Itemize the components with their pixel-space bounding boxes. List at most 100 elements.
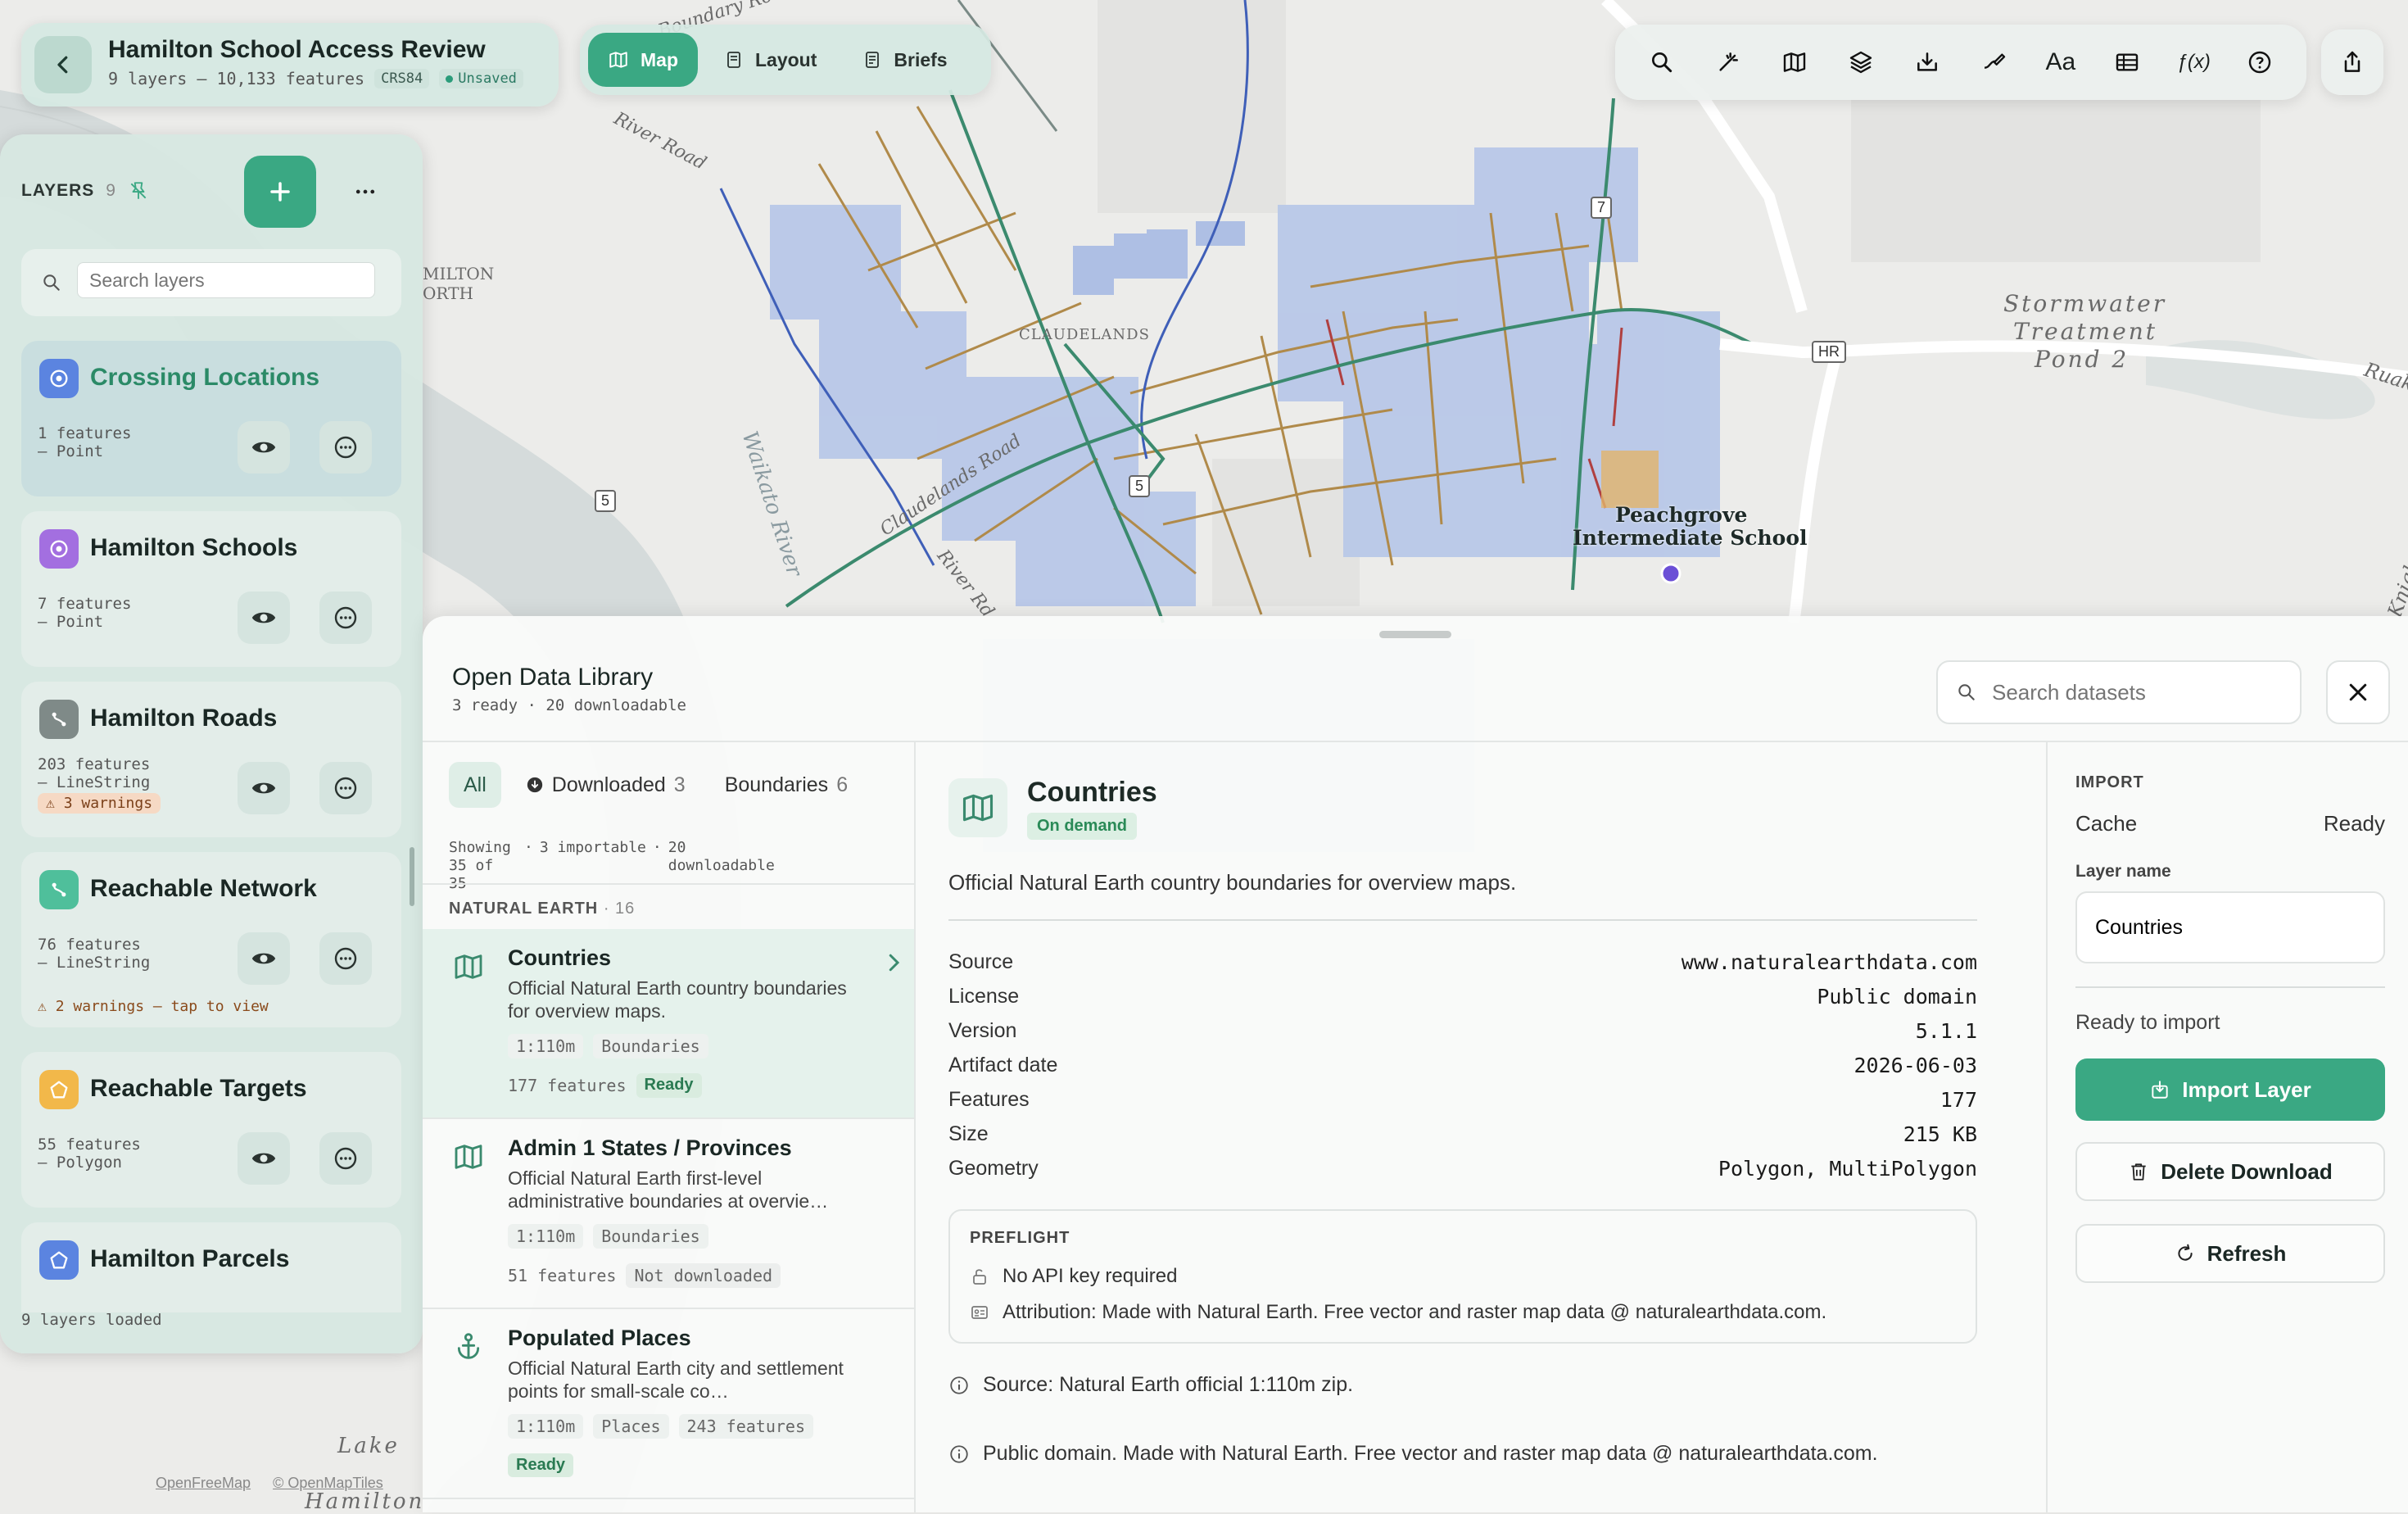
map-label-stormwater-2: Treatment	[2013, 318, 2157, 345]
layer-card-reachable-targets[interactable]: Reachable Targets 55 features – Polygon	[21, 1052, 401, 1208]
refresh-button[interactable]: Refresh	[2075, 1224, 2385, 1283]
layers-button[interactable]	[1828, 31, 1894, 93]
filter-boundaries[interactable]: Boundaries 6	[710, 762, 862, 808]
table-icon	[2116, 53, 2139, 71]
layer-options-button[interactable]	[319, 421, 372, 474]
detail-value: Public domain	[1817, 985, 1977, 1009]
table-button[interactable]	[2093, 31, 2160, 93]
dataset-name: Admin 1 States / Provinces	[508, 1136, 792, 1160]
help-button[interactable]	[2227, 31, 2293, 93]
more-circle-icon	[334, 947, 357, 970]
back-button[interactable]	[34, 36, 92, 93]
line-icon	[39, 870, 79, 909]
preflight-box: PREFLIGHT No API key required Attributio…	[948, 1209, 1977, 1344]
function-button[interactable]: ƒ(x)	[2161, 31, 2227, 93]
warning-badge[interactable]: ⚠ 3 warnings	[38, 793, 161, 814]
detail-row-features: Features 177	[948, 1088, 1977, 1112]
layers-more-button[interactable]	[344, 170, 387, 213]
layer-card-hamilton-roads[interactable]: Hamilton Roads 203 features – LineString…	[21, 682, 401, 837]
summary-separator: ·	[652, 839, 662, 856]
share-button[interactable]	[2321, 29, 2383, 95]
list-summary-downloadable: 20 downloadable	[668, 839, 775, 874]
layer-meta: 55 features – Polygon	[38, 1136, 141, 1172]
attribution-openfreemap[interactable]: OpenFreeMap	[156, 1475, 251, 1491]
import-layer-button[interactable]: Import Layer	[2075, 1058, 2385, 1121]
category-tag: Places	[593, 1414, 669, 1439]
magic-wand-button[interactable]	[1695, 31, 1761, 93]
dataset-desc: Official Natural Earth first-level admin…	[508, 1167, 829, 1212]
layer-options-button[interactable]	[319, 1132, 372, 1185]
text-button[interactable]: Aa	[2027, 31, 2093, 93]
preflight-text: Attribution: Made with Natural Earth. Fr…	[1003, 1301, 1827, 1323]
layer-name: Hamilton Parcels	[90, 1245, 290, 1272]
dataset-search	[1936, 660, 2302, 724]
filter-downloaded-count: 3	[673, 773, 686, 796]
sheet-drag-handle[interactable]	[1379, 631, 1451, 638]
unpin-icon[interactable]	[128, 180, 149, 202]
layer-options-button[interactable]	[319, 592, 372, 644]
visibility-toggle[interactable]	[238, 421, 290, 474]
import-icon	[2152, 1081, 2168, 1099]
attribution-openmaptiles[interactable]: © OpenMapTiles	[273, 1475, 383, 1491]
import-button[interactable]	[1894, 31, 1961, 93]
point-icon	[39, 529, 79, 569]
map-label-school-2: Intermediate School	[1573, 526, 1808, 550]
road-shield: 7	[1591, 197, 1613, 219]
dataset-detail-desc: Official Natural Earth country boundarie…	[948, 870, 1517, 895]
close-library-button[interactable]	[2326, 660, 2390, 724]
delete-download-button[interactable]: Delete Download	[2075, 1142, 2385, 1201]
draw-button[interactable]	[1961, 31, 2027, 93]
layer-options-button[interactable]	[319, 932, 372, 985]
visibility-toggle[interactable]	[238, 932, 290, 985]
visibility-toggle[interactable]	[238, 1132, 290, 1185]
dataset-tags: 177 features Ready	[508, 1073, 702, 1098]
map-attribution[interactable]: OpenFreeMap © OpenMapTiles	[156, 1475, 401, 1492]
dataset-item-admin1[interactable]: Admin 1 States / Provinces Official Natu…	[423, 1119, 914, 1309]
detail-key: Features	[948, 1088, 1030, 1111]
warning-badge-label: 3 warnings	[63, 795, 153, 812]
dataset-item-populated-places[interactable]: Populated Places Official Natural Earth …	[423, 1309, 914, 1499]
detail-note-text: Source: Natural Earth official 1:110m zi…	[983, 1373, 1354, 1396]
draw-icon	[1984, 53, 2005, 69]
map-icon	[609, 52, 627, 68]
dataset-item-countries[interactable]: Countries Official Natural Earth country…	[423, 929, 914, 1119]
layers-panel: LAYERS 9 Crossing Locations 1 features –…	[0, 134, 423, 1353]
detail-key: License	[948, 985, 1020, 1008]
layer-card-reachable-network[interactable]: Reachable Network 76 features – LineStri…	[21, 852, 401, 1027]
visibility-toggle[interactable]	[238, 762, 290, 814]
detail-row-artifact-date: Artifact date 2026-06-03	[948, 1054, 1977, 1077]
info-icon	[950, 1376, 968, 1394]
detail-value: 2026-06-03	[1854, 1054, 1977, 1077]
layer-options-button[interactable]	[319, 762, 372, 814]
layer-card-hamilton-schools[interactable]: Hamilton Schools 7 features – Point	[21, 511, 401, 667]
dataset-search-input[interactable]	[1990, 673, 2288, 711]
search-button[interactable]	[1628, 31, 1695, 93]
detail-key: Size	[948, 1122, 989, 1145]
tab-layout-label: Layout	[755, 48, 817, 70]
add-layer-button[interactable]	[244, 156, 316, 228]
tab-map[interactable]: Map	[588, 33, 698, 87]
layer-card-hamilton-parcels[interactable]: Hamilton Parcels	[21, 1222, 401, 1312]
layers-count: 9	[106, 181, 116, 200]
tab-layout[interactable]: Layout	[704, 33, 836, 87]
visibility-toggle[interactable]	[238, 592, 290, 644]
layer-name-input[interactable]	[2075, 891, 2385, 963]
filter-all[interactable]: All	[449, 762, 501, 808]
warning-link[interactable]: ⚠ 2 warnings — tap to view	[38, 998, 269, 1015]
basemap-button[interactable]	[1761, 31, 1827, 93]
map-toolbar: Aa ƒ(x)	[1615, 25, 2306, 100]
layer-name: Reachable Targets	[90, 1075, 307, 1102]
layers-scrollbar[interactable]	[410, 847, 414, 906]
cache-label: Cache	[2075, 811, 2138, 836]
scale-tag: 1:110m	[508, 1224, 584, 1249]
close-icon	[2349, 683, 2367, 701]
detail-note-text: Public domain. Made with Natural Earth. …	[983, 1442, 1878, 1465]
warning-link-label: 2 warnings — tap to view	[55, 998, 269, 1015]
preflight-text: No API key required	[1003, 1265, 1178, 1287]
filter-downloaded[interactable]: Downloaded 3	[511, 762, 700, 808]
divider	[948, 919, 1977, 921]
layer-search-input[interactable]	[77, 262, 375, 298]
layer-meta: 76 features – LineString	[38, 936, 151, 972]
tab-briefs[interactable]: Briefs	[843, 33, 966, 87]
layer-card-crossing-locations[interactable]: Crossing Locations 1 features – Point	[21, 341, 401, 496]
